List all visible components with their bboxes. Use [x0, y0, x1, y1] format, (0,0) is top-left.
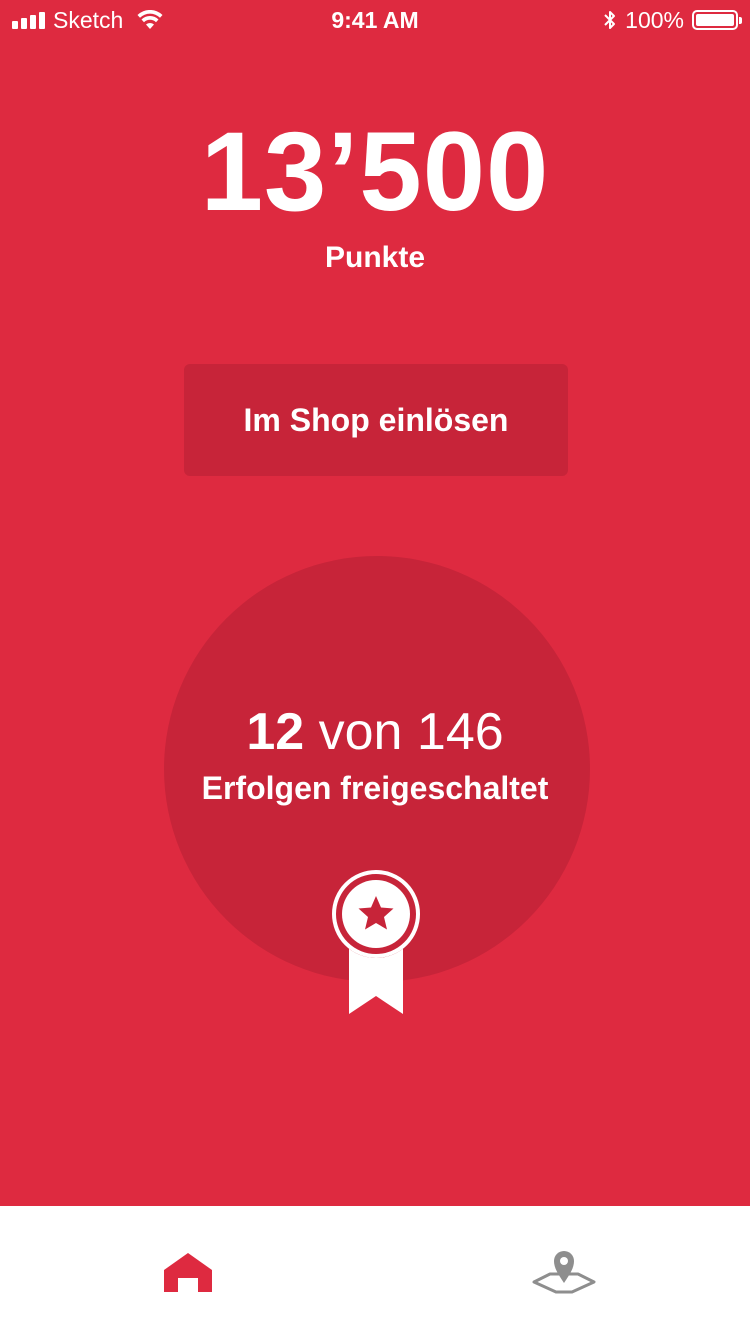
redeem-in-shop-button[interactable]: Im Shop einlösen — [184, 364, 568, 476]
achievements-total: von 146 — [318, 703, 504, 761]
battery-cap — [739, 17, 742, 24]
battery-icon — [692, 10, 742, 30]
status-right: 100% — [603, 6, 742, 34]
map-pin-icon — [524, 1240, 604, 1304]
bluetooth-icon — [603, 9, 617, 31]
points-label: Punkte — [324, 241, 426, 274]
award-ribbon-icon — [330, 866, 422, 1016]
points-overview: Sketch 9:41 AM 100% 13’500 Punkte Im Sho… — [0, 0, 750, 1206]
achievement-label: Erfolgen freigeschaltet — [201, 770, 549, 806]
points-value: 13’500 — [200, 109, 550, 234]
battery-fill — [696, 14, 734, 26]
redeem-in-shop-label: Im Shop einlösen — [243, 401, 509, 438]
tab-home[interactable] — [148, 1240, 228, 1304]
tab-bar — [0, 1206, 750, 1334]
status-bar: Sketch 9:41 AM 100% — [0, 0, 750, 40]
tab-map[interactable] — [524, 1240, 604, 1304]
app-screen: Sketch 9:41 AM 100% 13’500 Punkte Im Sho… — [0, 0, 750, 1334]
battery-percent: 100% — [625, 6, 684, 33]
home-icon — [148, 1240, 228, 1304]
achievement-count: 12 von 146 — [0, 700, 750, 764]
achievements-unlocked: 12 — [246, 703, 305, 761]
